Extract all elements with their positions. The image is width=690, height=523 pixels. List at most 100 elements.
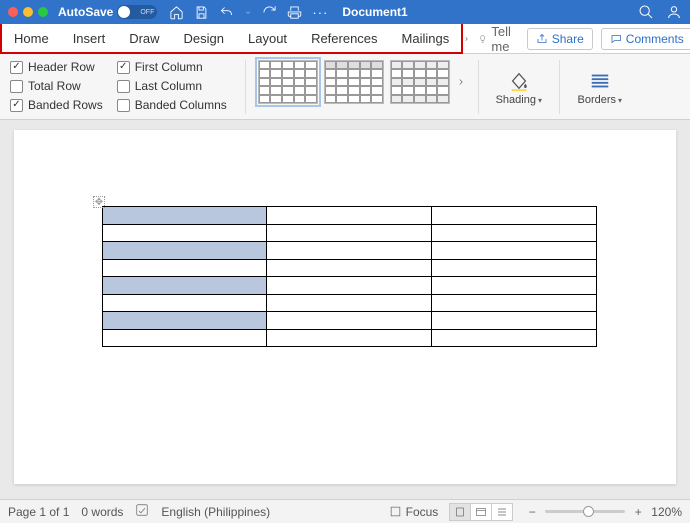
page-indicator[interactable]: Page 1 of 1 [8, 505, 69, 519]
first-column-option[interactable]: First Column [117, 60, 227, 74]
shading-label: Shading [496, 94, 536, 106]
table-row[interactable] [103, 277, 597, 295]
checkbox-icon [117, 80, 130, 93]
tab-home[interactable]: Home [2, 31, 61, 46]
more-icon[interactable]: ··· [312, 5, 328, 20]
close-window-icon[interactable] [8, 7, 18, 17]
header-row-label: Header Row [28, 60, 95, 74]
tab-design[interactable]: Design [172, 31, 236, 46]
highlighted-tabs-box: Home Insert Draw Design Layout Reference… [0, 24, 463, 54]
tab-mailings[interactable]: Mailings [390, 31, 462, 46]
table-style-2[interactable] [324, 60, 384, 104]
last-column-label: Last Column [135, 79, 202, 93]
checkbox-checked-icon [10, 61, 23, 74]
table-row[interactable] [103, 259, 597, 277]
table-row[interactable] [103, 207, 597, 225]
borders-button[interactable]: Borders▾ [572, 60, 628, 116]
table-row[interactable] [103, 242, 597, 260]
style-options-col2: First Column Last Column Banded Columns [117, 60, 227, 112]
focus-mode-button[interactable]: Focus [389, 505, 439, 519]
print-layout-view-button[interactable] [449, 503, 471, 521]
redo-icon[interactable] [262, 5, 277, 20]
zoom-slider-thumb[interactable] [583, 506, 594, 517]
focus-icon [389, 505, 402, 518]
header-row-option[interactable]: Header Row [10, 60, 103, 74]
undo-dropdown-icon[interactable] [244, 5, 252, 20]
table-style-1[interactable] [258, 60, 318, 104]
gallery-more-icon[interactable] [456, 77, 466, 87]
bucket-icon [507, 70, 531, 92]
window-controls [8, 7, 48, 17]
tell-me-label: Tell me [491, 24, 518, 54]
shading-button[interactable]: Shading▾ [491, 60, 547, 116]
outline-view-button[interactable] [491, 503, 513, 521]
separator [245, 60, 246, 114]
banded-rows-label: Banded Rows [28, 98, 103, 112]
quick-access-toolbar: ··· [169, 5, 328, 20]
share-label: Share [552, 32, 584, 46]
table-row[interactable] [103, 329, 597, 347]
view-switcher [450, 503, 513, 521]
tell-me-search[interactable]: Tell me [478, 24, 519, 54]
share-icon [536, 33, 548, 45]
tab-draw[interactable]: Draw [117, 31, 171, 46]
word-count[interactable]: 0 words [81, 505, 123, 519]
table-row[interactable] [103, 224, 597, 242]
comment-icon [610, 33, 622, 45]
page[interactable]: ✥ [14, 130, 676, 484]
ribbon-panel: Header Row Total Row Banded Rows First C… [0, 54, 690, 120]
language-indicator[interactable]: English (Philippines) [161, 505, 270, 519]
proofing-icon[interactable] [135, 503, 149, 520]
document-area[interactable]: ✥ [0, 120, 690, 499]
chevron-right-icon[interactable] [463, 34, 470, 44]
total-row-option[interactable]: Total Row [10, 79, 103, 93]
total-row-label: Total Row [28, 79, 81, 93]
zoom-in-button[interactable]: + [631, 505, 645, 519]
zoom-out-button[interactable]: − [525, 505, 539, 519]
checkbox-icon [10, 80, 23, 93]
table-row[interactable] [103, 312, 597, 330]
web-layout-view-button[interactable] [470, 503, 492, 521]
autosave-toggle[interactable]: OFF [117, 5, 157, 19]
first-column-label: First Column [135, 60, 203, 74]
account-icon[interactable] [666, 4, 682, 20]
print-icon[interactable] [287, 5, 302, 20]
ribbon-tabs: Home Insert Draw Design Layout Reference… [0, 24, 690, 54]
save-icon[interactable] [194, 5, 209, 20]
focus-label: Focus [406, 505, 439, 519]
home-icon[interactable] [169, 5, 184, 20]
banded-columns-label: Banded Columns [135, 98, 227, 112]
borders-label: Borders [578, 94, 617, 106]
zoom-level[interactable]: 120% [651, 505, 682, 519]
share-button[interactable]: Share [527, 28, 593, 50]
comments-button[interactable]: Comments [601, 28, 690, 50]
comments-label: Comments [626, 32, 684, 46]
status-bar: Page 1 of 1 0 words English (Philippines… [0, 499, 690, 523]
separator [559, 60, 560, 114]
table-move-handle-icon[interactable]: ✥ [93, 196, 105, 208]
separator [478, 60, 479, 114]
tab-insert[interactable]: Insert [61, 31, 118, 46]
banded-columns-option[interactable]: Banded Columns [117, 98, 227, 112]
zoom-control: − + 120% [525, 505, 682, 519]
maximize-window-icon[interactable] [38, 7, 48, 17]
checkbox-checked-icon [10, 99, 23, 112]
search-icon[interactable] [638, 4, 654, 20]
banded-rows-option[interactable]: Banded Rows [10, 98, 103, 112]
chevron-down-icon: ▾ [538, 96, 542, 105]
autosave-label: AutoSave [58, 5, 113, 19]
document-title: Document1 [342, 5, 407, 19]
tab-layout[interactable]: Layout [236, 31, 299, 46]
zoom-slider[interactable] [545, 510, 625, 513]
table-row[interactable] [103, 294, 597, 312]
style-options-col1: Header Row Total Row Banded Rows [10, 60, 103, 112]
table-styles-gallery [258, 60, 466, 104]
tab-references[interactable]: References [299, 31, 389, 46]
undo-icon[interactable] [219, 5, 234, 20]
table-style-3[interactable] [390, 60, 450, 104]
last-column-option[interactable]: Last Column [117, 79, 227, 93]
lightbulb-icon [478, 32, 487, 46]
minimize-window-icon[interactable] [23, 7, 33, 17]
checkbox-checked-icon [117, 61, 130, 74]
document-table[interactable] [102, 206, 597, 347]
